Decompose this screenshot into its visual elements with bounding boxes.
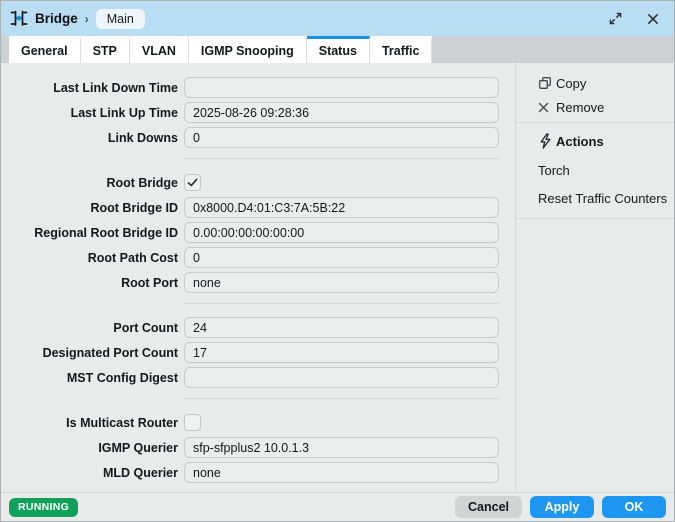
igmp-querier-input[interactable]: sfp-sfpplus2 10.0.1.3 <box>184 437 499 458</box>
sidebar-action-label: Reset Traffic Counters <box>538 190 668 206</box>
form-row-root-bridge: Root Bridge <box>1 172 515 193</box>
root-bridge-checkbox[interactable] <box>184 174 201 191</box>
bridge-dialog-window: Bridge › Main General STP VLAN IGMP Snoopin… <box>0 0 675 522</box>
window-title: Bridge <box>35 11 78 26</box>
form-row-igmp-querier: IGMP Querier sfp-sfpplus2 10.0.1.3 <box>1 437 515 458</box>
sidebar-item-copy[interactable]: Copy <box>516 71 674 95</box>
footer-bar: RUNNING Cancel Apply OK <box>1 492 674 521</box>
root-path-cost-input[interactable]: 0 <box>184 247 499 268</box>
form-row-is-multicast-router: Is Multicast Router <box>1 412 515 433</box>
field-label-root-bridge-id: Root Bridge ID <box>90 200 179 215</box>
sidebar-action-torch[interactable]: Torch <box>516 158 674 182</box>
ok-button[interactable]: OK <box>602 496 666 518</box>
last-link-up-time-input[interactable]: 2025-08-26 09:28:36 <box>184 102 499 123</box>
tab-igmp-snooping[interactable]: IGMP Snooping <box>188 36 307 63</box>
maximize-icon[interactable] <box>606 10 624 28</box>
field-label-mld-querier: MLD Querier <box>102 465 178 480</box>
form-row-regional-root-bridge-id: Regional Root Bridge ID 0.00:00:00:00:00:… <box>1 222 515 243</box>
field-label-root-bridge: Root Bridge <box>106 175 178 190</box>
breadcrumb-current: Main <box>95 8 145 29</box>
close-icon[interactable] <box>644 10 662 28</box>
tab-general[interactable]: General <box>9 36 81 63</box>
tab-vlan[interactable]: VLAN <box>129 36 189 63</box>
form-row-port-count: Port Count 24 <box>1 317 515 338</box>
field-label-is-multicast-router: Is Multicast Router <box>66 415 178 430</box>
sidebar-action-label: Torch <box>538 162 570 178</box>
root-port-input[interactable]: none <box>184 272 499 293</box>
last-link-down-time-input[interactable] <box>184 77 499 98</box>
tab-status[interactable]: Status <box>306 36 370 63</box>
form-row-root-bridge-id: Root Bridge ID 0x8000.D4:01:C3:7A:5B:22 <box>1 197 515 218</box>
sidebar-actions-header: Actions <box>516 128 674 154</box>
tab-stp[interactable]: STP <box>80 36 130 63</box>
form-row-mst-config-digest: MST Config Digest <box>1 367 515 388</box>
copy-icon <box>538 76 556 90</box>
form-group-divider <box>184 398 499 399</box>
field-label-link-downs: Link Downs <box>107 130 178 145</box>
field-label-root-path-cost: Root Path Cost <box>87 250 178 265</box>
form-group-divider <box>184 158 499 159</box>
apply-button[interactable]: Apply <box>530 496 594 518</box>
form-row-last-link-down-time: Last Link Down Time <box>1 77 515 98</box>
action-sidebar: Copy Remove Actions Torch Reset Traffic Coun… <box>515 63 674 492</box>
sidebar-item-label: Remove <box>556 99 605 115</box>
sidebar-item-label: Copy <box>556 75 587 91</box>
sidebar-divider <box>516 122 674 123</box>
status-badge: RUNNING <box>9 497 79 517</box>
sidebar-item-remove[interactable]: Remove <box>516 95 674 119</box>
form-row-root-path-cost: Root Path Cost 0 <box>1 247 515 268</box>
field-label-igmp-querier: IGMP Querier <box>98 440 178 455</box>
sidebar-action-reset-traffic-counters[interactable]: Reset Traffic Counters <box>516 186 674 210</box>
port-count-input[interactable]: 24 <box>184 317 499 338</box>
tab-traffic[interactable]: Traffic <box>369 36 433 63</box>
field-label-last-link-down-time: Last Link Down Time <box>53 80 178 95</box>
form-row-link-downs: Link Downs 0 <box>1 127 515 148</box>
sidebar-divider <box>516 218 674 219</box>
form-group-divider <box>184 303 499 304</box>
link-downs-input[interactable]: 0 <box>184 127 499 148</box>
form-row-last-link-up-time: Last Link Up Time 2025-08-26 09:28:36 <box>1 102 515 123</box>
is-multicast-router-checkbox[interactable] <box>184 414 201 431</box>
sidebar-actions-label: Actions <box>556 133 604 149</box>
footer-buttons: Cancel Apply OK <box>455 496 666 518</box>
field-label-port-count: Port Count <box>113 320 178 335</box>
root-bridge-id-input[interactable]: 0x8000.D4:01:C3:7A:5B:22 <box>184 197 499 218</box>
field-label-regional-root-bridge-id: Regional Root Bridge ID <box>34 225 178 240</box>
window-titlebar: Bridge › Main <box>1 1 674 36</box>
form-row-mld-querier: MLD Querier none <box>1 462 515 483</box>
breadcrumb-separator: › <box>84 11 89 26</box>
mld-querier-input[interactable]: none <box>184 462 499 483</box>
field-label-mst-config-digest: MST Config Digest <box>66 370 178 385</box>
remove-icon <box>538 102 556 113</box>
bridge-icon <box>9 10 29 27</box>
window-controls <box>606 10 662 28</box>
status-form: Last Link Down Time Last Link Up Time 2025… <box>1 63 515 492</box>
designated-port-count-input[interactable]: 17 <box>184 342 499 363</box>
lightning-bolt-icon <box>538 133 556 149</box>
field-label-last-link-up-time: Last Link Up Time <box>70 105 178 120</box>
field-label-designated-port-count: Designated Port Count <box>42 345 178 360</box>
form-row-root-port: Root Port none <box>1 272 515 293</box>
field-label-root-port: Root Port <box>121 275 178 290</box>
tab-bar: General STP VLAN IGMP Snooping Status Traffic <box>1 36 674 63</box>
cancel-button[interactable]: Cancel <box>455 496 522 518</box>
form-row-designated-port-count: Designated Port Count 17 <box>1 342 515 363</box>
regional-root-bridge-id-input[interactable]: 0.00:00:00:00:00:00 <box>184 222 499 243</box>
mst-config-digest-input[interactable] <box>184 367 499 388</box>
